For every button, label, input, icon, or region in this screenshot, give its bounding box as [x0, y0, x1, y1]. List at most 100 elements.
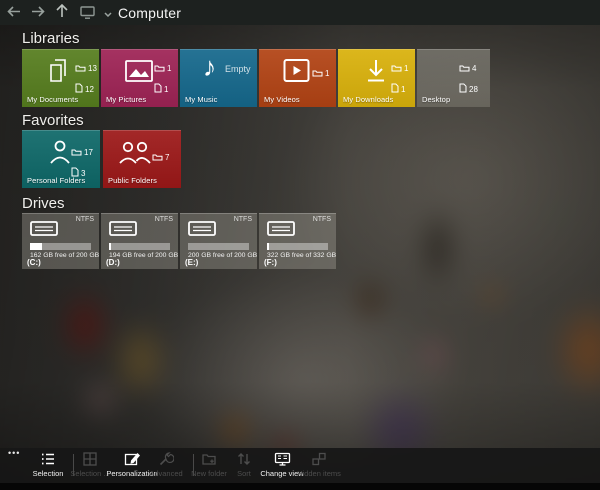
folder-count: 17	[84, 148, 93, 157]
tile-counts: 7	[152, 148, 169, 166]
app-bar: ••• Selection Selection ... Personalizat…	[0, 448, 600, 483]
tile-counts: 1 1	[154, 59, 171, 98]
folder-count-icon	[154, 59, 165, 77]
drives-header: Drives	[22, 195, 65, 212]
folder-count: 7	[165, 153, 169, 162]
pictures-icon	[124, 56, 153, 85]
tile-my-videos[interactable]: 1 My Videos	[259, 49, 336, 107]
folder-count-icon	[75, 59, 86, 77]
drive-icon	[30, 221, 58, 241]
file-count: 28	[469, 85, 478, 94]
arrow-left-icon	[7, 4, 21, 22]
drive-used-fill	[109, 243, 111, 250]
drive-used-fill	[30, 243, 42, 250]
drive-usage-bar	[30, 243, 91, 250]
drive-usage-bar	[267, 243, 328, 250]
page-title[interactable]: Computer	[118, 5, 181, 21]
folder-count-icon	[152, 148, 163, 166]
libraries-header: Libraries	[22, 30, 80, 47]
tile-my-downloads[interactable]: 1 1 My Downloads	[338, 49, 415, 107]
filesystem-label: NTFS	[76, 216, 94, 223]
chevron-down-icon	[104, 4, 112, 22]
person-icon	[45, 137, 74, 166]
drive-letter: (E:)	[185, 258, 198, 267]
people-icon	[117, 137, 153, 166]
tile-drive-d[interactable]: NTFS 194 GB free of 200 GB (D:)	[101, 213, 178, 269]
filesystem-label: NTFS	[155, 216, 173, 223]
tile-label: My Downloads	[343, 95, 393, 104]
selection-list-icon	[40, 451, 56, 467]
downloads-icon	[361, 56, 390, 85]
location-dropdown[interactable]	[104, 4, 112, 22]
up-button[interactable]	[52, 3, 72, 23]
drive-letter: (C:)	[27, 258, 41, 267]
tile-label: Desktop	[422, 95, 450, 104]
tile-my-pictures[interactable]: 1 1 My Pictures	[101, 49, 178, 107]
folder-count: 13	[88, 64, 97, 73]
tile-counts: 4 28	[459, 59, 478, 98]
documents-icon	[45, 56, 74, 85]
music-note-icon: ♪	[195, 53, 224, 82]
back-button[interactable]	[4, 3, 24, 23]
drive-icon	[188, 221, 216, 241]
bottom-strip	[0, 483, 600, 490]
tile-desktop[interactable]: 4 28 Desktop	[417, 49, 490, 107]
app-window: Computer Libraries 13 12 My Documents 1 …	[0, 0, 600, 490]
tile-drive-f[interactable]: NTFS 322 GB free of 332 GB (F:)	[259, 213, 336, 269]
folder-count: 4	[472, 64, 476, 73]
tile-label: My Music	[185, 95, 217, 104]
file-count: 1	[401, 85, 405, 94]
more-options-button[interactable]: •••	[8, 448, 20, 458]
tile-public-folders[interactable]: 7 Public Folders	[103, 130, 181, 188]
tile-label: Personal Folders	[27, 176, 85, 185]
drive-free-text: 322 GB free of 332 GB	[267, 252, 336, 259]
tile-personal-folders[interactable]: 17 3 Personal Folders	[22, 130, 100, 188]
file-count-icon	[459, 80, 467, 98]
tile-drive-e[interactable]: NTFS 200 GB free of 200 GB (E:)	[180, 213, 257, 269]
tile-counts: 13 12	[75, 59, 97, 98]
file-count: 12	[85, 85, 94, 94]
tile-counts: 1	[312, 64, 329, 82]
drive-letter: (D:)	[106, 258, 120, 267]
tile-my-documents[interactable]: 13 12 My Documents	[22, 49, 99, 107]
hidden-items-icon	[311, 451, 327, 467]
advanced-button[interactable]: Advanced	[144, 451, 188, 478]
favorites-header: Favorites	[22, 112, 84, 129]
drive-letter: (F:)	[264, 258, 277, 267]
folder-count-icon	[459, 59, 470, 77]
empty-label: Empty	[225, 64, 251, 74]
hidden-items-button[interactable]: Hidden items	[294, 451, 344, 478]
tile-counts: 1 1	[391, 59, 408, 98]
tile-my-music[interactable]: ♪ Empty My Music	[180, 49, 257, 107]
sort-arrows-icon	[236, 451, 252, 467]
drive-free-text: 200 GB free of 200 GB	[188, 252, 257, 259]
folder-count: 1	[167, 64, 171, 73]
folder-count: 1	[325, 69, 329, 78]
change-view-icon	[274, 451, 291, 467]
drive-used-fill	[267, 243, 269, 250]
drive-usage-bar	[109, 243, 170, 250]
arrow-up-icon	[56, 4, 68, 22]
forward-button[interactable]	[28, 3, 48, 23]
new-folder-icon	[201, 451, 217, 467]
advanced-wrench-icon	[158, 451, 174, 467]
tile-label: My Videos	[264, 95, 300, 104]
folder-count-icon	[391, 59, 402, 77]
videos-icon	[282, 56, 311, 85]
selection-grid-icon	[82, 451, 98, 467]
file-count-icon	[154, 80, 162, 98]
arrow-right-icon	[31, 4, 45, 22]
filesystem-label: NTFS	[234, 216, 252, 223]
personalization-icon	[124, 451, 141, 467]
folder-count-icon	[312, 64, 323, 82]
top-navigation-bar: Computer	[0, 0, 600, 25]
folder-count: 1	[404, 64, 408, 73]
tile-label: My Documents	[27, 95, 78, 104]
tile-drive-c[interactable]: NTFS 162 GB free of 200 GB (C:)	[22, 213, 99, 269]
tile-label: My Pictures	[106, 95, 146, 104]
new-folder-button[interactable]: New folder	[187, 451, 231, 478]
tile-label: Public Folders	[108, 176, 157, 185]
folder-count-icon	[71, 143, 82, 161]
filesystem-label: NTFS	[313, 216, 331, 223]
drive-icon	[267, 221, 295, 241]
